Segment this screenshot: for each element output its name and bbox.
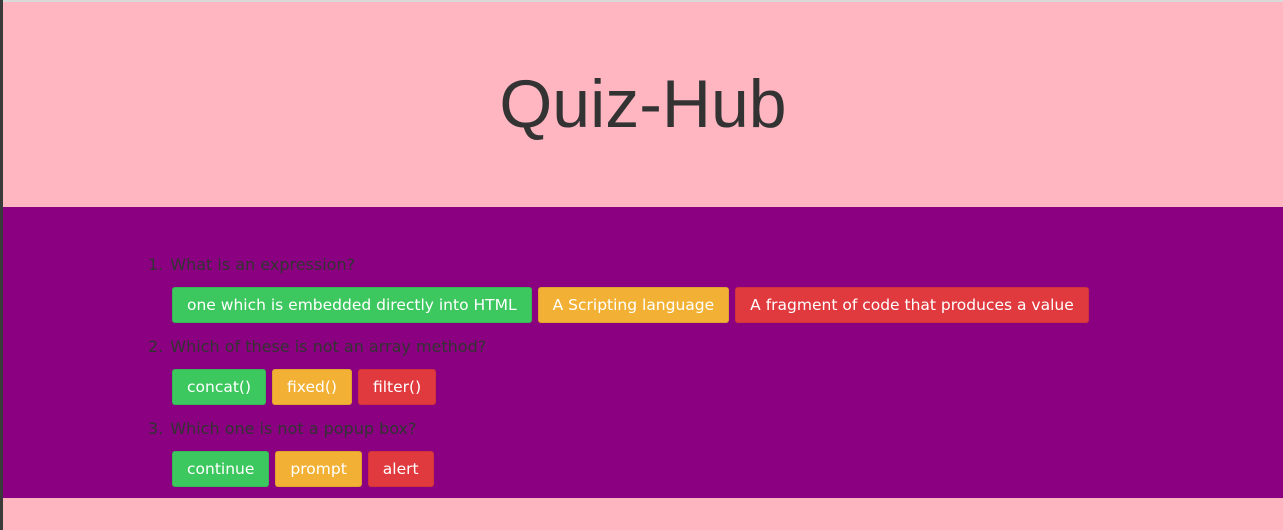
question-number: 2.	[148, 337, 164, 356]
question-text: 3. Which one is not a popup box?	[148, 419, 417, 439]
question-text: 2. Which of these is not an array method?	[148, 337, 486, 357]
answer-group: one which is embedded directly into HTML…	[172, 287, 1089, 323]
answer-button-3-1[interactable]: continue	[172, 451, 270, 487]
question-label: Which of these is not an array method?	[170, 337, 487, 356]
answer-group: continue prompt alert	[172, 451, 434, 487]
question-number: 1.	[148, 255, 164, 274]
question-number: 3.	[148, 419, 164, 438]
answer-button-2-1[interactable]: concat()	[172, 369, 267, 405]
answer-button-1-1[interactable]: one which is embedded directly into HTML	[172, 287, 532, 323]
answer-button-2-3[interactable]: filter()	[357, 369, 437, 405]
question-label: What is an expression?	[170, 255, 356, 274]
answer-button-3-2[interactable]: prompt	[275, 451, 362, 487]
answer-button-3-3[interactable]: alert	[367, 451, 434, 487]
header: Quiz-Hub	[3, 2, 1283, 207]
question-label: Which one is not a popup box?	[170, 419, 417, 438]
answer-button-1-2[interactable]: A Scripting language	[537, 287, 730, 323]
answer-button-2-2[interactable]: fixed()	[272, 369, 352, 405]
question-text: 1. What is an expression?	[148, 255, 355, 275]
quiz-section: 1. What is an expression? one which is em…	[3, 207, 1283, 498]
answer-group: concat() fixed() filter()	[172, 369, 437, 405]
answer-button-1-3[interactable]: A fragment of code that produces a value	[735, 287, 1089, 323]
page-title: Quiz-Hub	[499, 66, 787, 142]
page: Quiz-Hub 1. What is an expression? one wh…	[0, 0, 1283, 530]
